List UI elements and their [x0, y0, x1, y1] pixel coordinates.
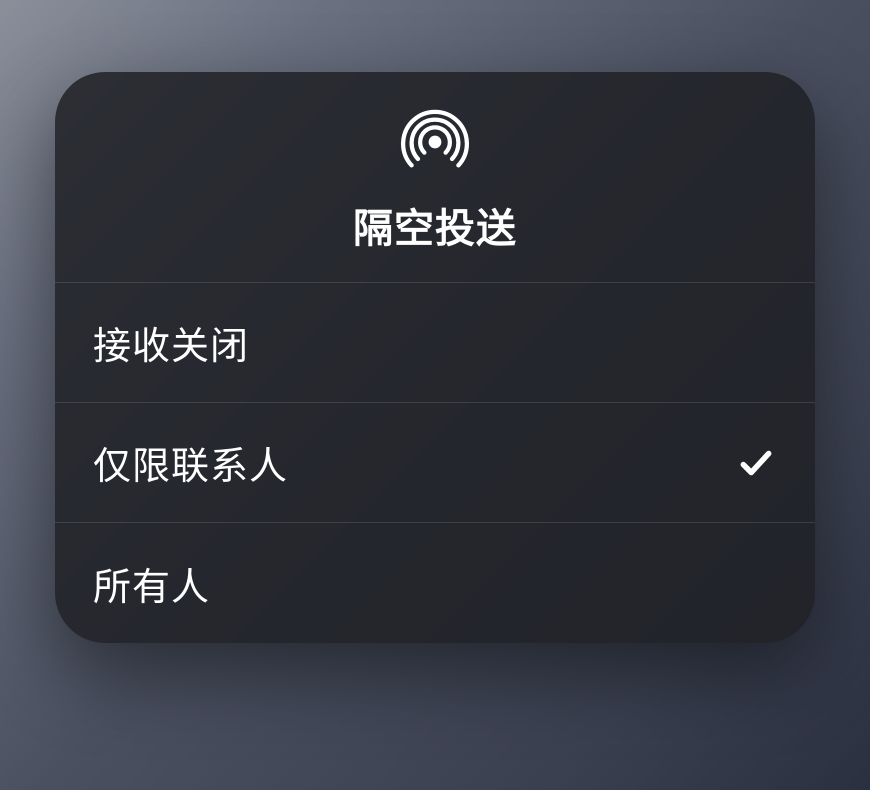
option-label: 接收关闭	[93, 315, 249, 370]
option-label: 仅限联系人	[93, 435, 288, 490]
airdrop-icon	[401, 108, 469, 176]
panel-title: 隔空投送	[353, 196, 517, 254]
option-list: 接收关闭 仅限联系人 所有人	[55, 283, 815, 643]
option-receiving-off[interactable]: 接收关闭	[55, 283, 815, 403]
checkmark-icon	[735, 442, 777, 484]
option-contacts-only[interactable]: 仅限联系人	[55, 403, 815, 523]
option-label: 所有人	[93, 556, 210, 611]
airdrop-panel: 隔空投送 接收关闭 仅限联系人 所有人	[55, 72, 815, 643]
option-everyone[interactable]: 所有人	[55, 523, 815, 643]
panel-header: 隔空投送	[55, 72, 815, 283]
